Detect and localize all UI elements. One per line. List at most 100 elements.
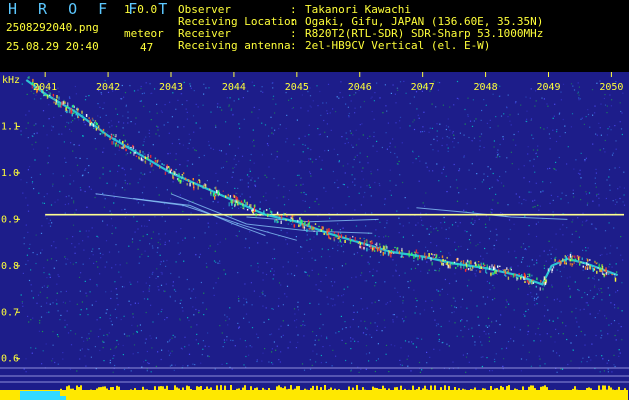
noise-speck [571, 311, 573, 313]
noise-speck [75, 262, 77, 264]
noise-speck [33, 188, 35, 190]
level-spike [134, 388, 136, 396]
noise-speck [425, 246, 427, 248]
noise-speck [340, 315, 342, 317]
noise-speck [51, 222, 53, 224]
noise-speck [237, 272, 239, 274]
noise-speck [203, 292, 205, 294]
noise-speck [79, 230, 81, 232]
level-spike [154, 386, 156, 396]
noise-speck [320, 290, 322, 292]
noise-speck [123, 96, 125, 98]
echo-burst [335, 234, 337, 238]
level-spike [212, 393, 214, 396]
noise-speck [453, 146, 455, 148]
noise-speck [389, 190, 391, 192]
noise-speck [219, 260, 221, 262]
level-spike [346, 391, 348, 396]
noise-speck [345, 327, 347, 329]
noise-speck [193, 314, 195, 316]
noise-speck [427, 250, 429, 252]
noise-speck [376, 325, 378, 327]
noise-speck [200, 281, 202, 284]
noise-speck [48, 222, 50, 224]
noise-speck [76, 164, 79, 166]
noise-speck [451, 305, 453, 307]
echo-burst [172, 170, 175, 174]
noise-speck [371, 110, 373, 113]
echo-burst [507, 269, 510, 273]
noise-speck [134, 123, 136, 125]
echo-burst [199, 180, 201, 184]
noise-speck [301, 94, 303, 96]
noise-speck [201, 354, 203, 356]
noise-speck [496, 234, 498, 236]
noise-speck [577, 92, 579, 94]
noise-speck [537, 221, 539, 223]
noise-speck [32, 148, 35, 150]
level-spike [296, 386, 298, 396]
noise-speck [311, 161, 314, 163]
echo-burst [250, 204, 252, 208]
noise-speck [106, 224, 108, 226]
noise-speck [226, 181, 228, 184]
noise-speck [64, 110, 67, 113]
noise-speck [395, 184, 397, 186]
noise-speck [25, 127, 27, 129]
noise-speck [374, 322, 376, 324]
noise-speck [544, 304, 546, 307]
noise-speck [505, 299, 507, 301]
noise-speck [609, 263, 611, 265]
noise-speck [401, 364, 403, 366]
echo-burst [568, 256, 570, 260]
noise-speck [488, 333, 490, 335]
noise-speck [234, 187, 236, 189]
echo-burst [601, 265, 604, 270]
noise-speck [535, 223, 537, 225]
noise-speck [48, 118, 50, 120]
noise-speck [368, 263, 370, 265]
echo-burst [284, 213, 286, 215]
noise-speck [539, 358, 541, 360]
noise-speck [327, 83, 330, 85]
noise-speck [536, 259, 538, 261]
noise-speck [325, 102, 327, 104]
noise-speck [345, 204, 347, 206]
noise-speck [399, 364, 402, 366]
noise-speck [395, 102, 397, 104]
noise-speck [290, 273, 293, 275]
noise-speck [150, 237, 153, 239]
echo-burst [547, 268, 550, 272]
noise-speck [493, 146, 495, 148]
noise-speck [312, 350, 314, 352]
level-spike [578, 390, 580, 396]
echo-burst [584, 266, 587, 270]
noise-speck [413, 128, 416, 131]
noise-speck [354, 156, 356, 158]
noise-speck [312, 100, 314, 102]
echo-burst [93, 127, 95, 129]
level-spike [176, 387, 178, 396]
noise-speck [205, 308, 208, 310]
noise-speck [243, 304, 245, 306]
noise-speck [309, 87, 311, 89]
noise-speck [412, 343, 414, 345]
level-spike [422, 388, 424, 396]
noise-speck [438, 338, 440, 341]
echo-burst [134, 151, 136, 154]
noise-speck [423, 309, 426, 311]
noise-speck [507, 94, 509, 96]
noise-speck [245, 355, 247, 358]
noise-speck [302, 200, 304, 202]
level-spike [84, 390, 86, 396]
noise-speck [180, 228, 182, 230]
level-spike [358, 389, 360, 396]
noise-speck [309, 173, 312, 175]
noise-speck [346, 138, 348, 140]
noise-speck [398, 160, 400, 162]
noise-speck [285, 141, 287, 143]
noise-speck [262, 279, 264, 281]
noise-speck [463, 156, 465, 158]
noise-speck [65, 290, 67, 292]
noise-speck [139, 239, 141, 242]
